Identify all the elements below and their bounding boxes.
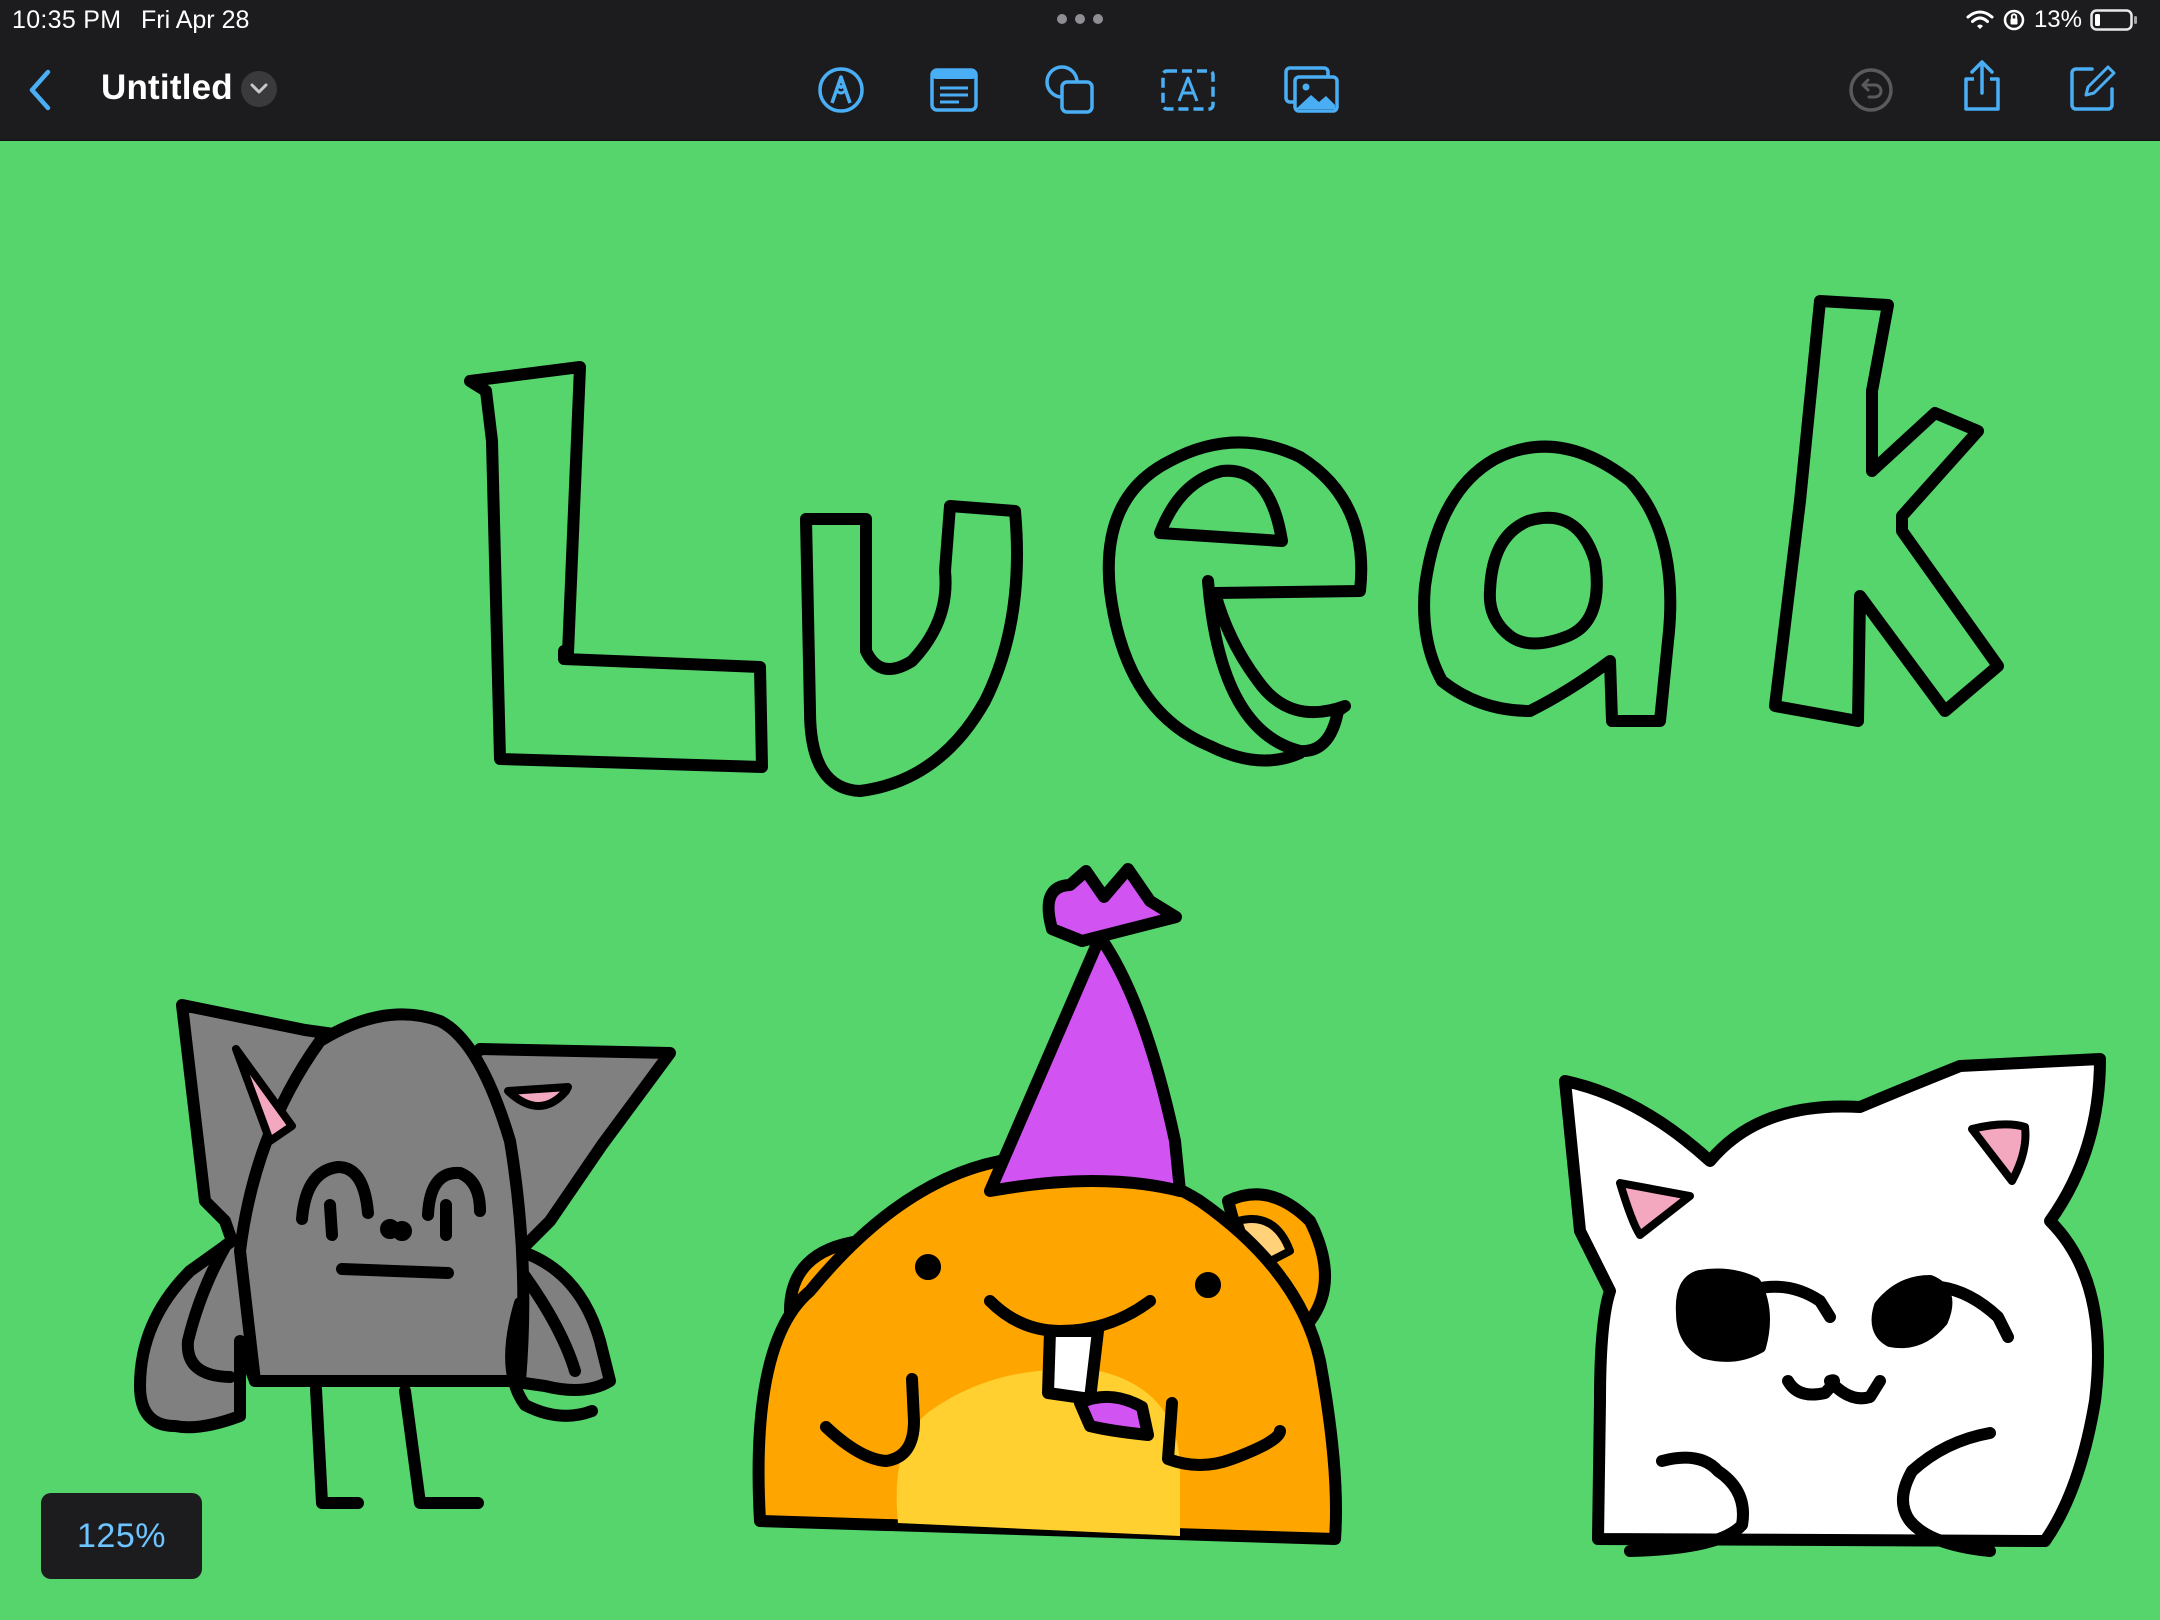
status-bar: 10:35 PM Fri Apr 28 13%	[0, 0, 2160, 40]
sticky-note-button[interactable]	[924, 60, 984, 120]
orange-hamster-with-party-hat	[752, 863, 1342, 1545]
orientation-lock-icon	[2003, 9, 2025, 31]
undo-icon	[1849, 68, 1893, 112]
sticky-note-icon	[930, 68, 978, 112]
share-icon	[1964, 60, 2000, 111]
battery-icon	[2090, 9, 2137, 31]
freehand-drawing[interactable]	[0, 141, 2160, 1620]
media-icon	[1284, 66, 1339, 113]
letter-u-outline	[800, 500, 1023, 797]
gray-bat-creature	[134, 999, 676, 1509]
letter-l-outline	[464, 361, 768, 773]
new-board-icon	[2070, 65, 2116, 111]
letter-k-outline	[1769, 295, 2004, 727]
whiteboard-canvas[interactable]	[0, 141, 2160, 1620]
pen-tool-icon	[818, 67, 864, 113]
share-button[interactable]	[1952, 56, 2012, 116]
shapes-icon	[1045, 65, 1094, 114]
back-chevron-icon	[29, 69, 51, 111]
letter-a-inner	[1483, 511, 1603, 650]
chevron-down-icon	[250, 83, 268, 94]
zoom-level-text: 125%	[77, 1516, 166, 1555]
shapes-button[interactable]	[1040, 60, 1100, 120]
battery-percent: 13%	[2033, 6, 2082, 33]
undo-button[interactable]	[1841, 60, 1901, 120]
toolbar: Untitled	[0, 40, 2160, 141]
wifi-icon	[1966, 10, 1994, 29]
media-button[interactable]	[1282, 60, 1342, 120]
pen-tool-button[interactable]	[811, 60, 871, 120]
status-right: 13%	[1966, 6, 2138, 34]
text-box-button[interactable]	[1158, 60, 1218, 120]
text-box-icon	[1161, 69, 1215, 111]
multitasking-dots-icon[interactable]	[1055, 12, 1105, 26]
back-button[interactable]	[10, 60, 70, 120]
zoom-level-badge[interactable]: 125%	[41, 1493, 202, 1579]
title-menu-button[interactable]	[241, 71, 277, 107]
white-cat-creature	[1559, 1053, 2106, 1557]
document-title[interactable]: Untitled	[101, 68, 233, 108]
status-time: 10:35 PM	[12, 6, 122, 34]
status-date: Fri Apr 28	[141, 6, 250, 34]
new-board-button[interactable]	[2063, 58, 2123, 118]
